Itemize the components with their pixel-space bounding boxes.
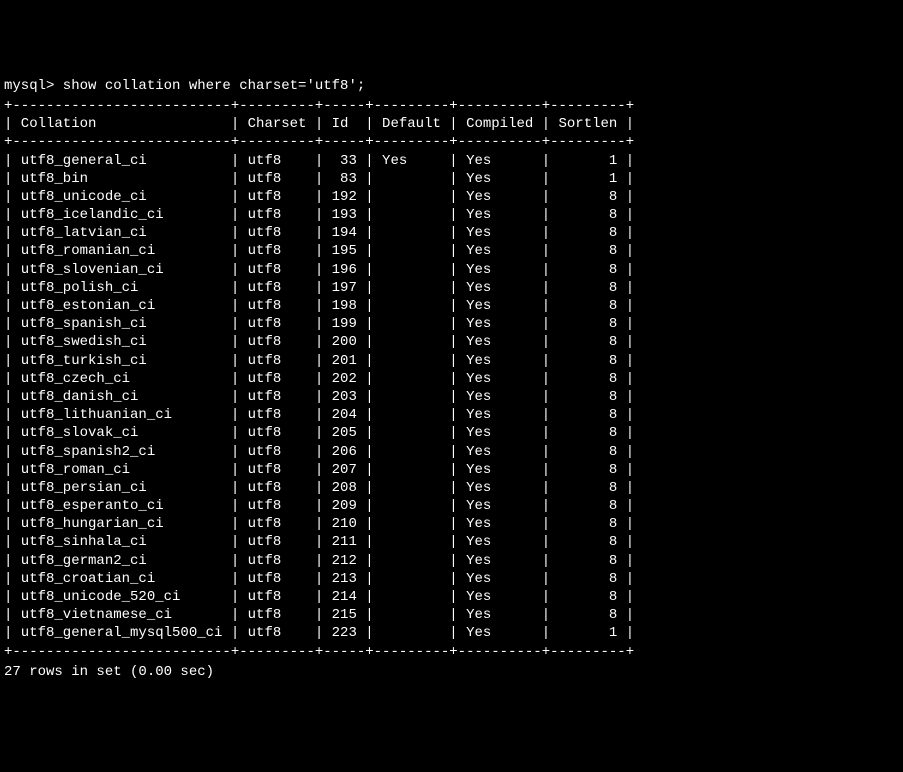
table-row: | utf8_czech_ci | utf8 | 202 | | Yes | 8…: [4, 370, 899, 388]
sql-prompt: mysql> show collation where charset='utf…: [4, 77, 899, 95]
table-row: | utf8_turkish_ci | utf8 | 201 | | Yes |…: [4, 352, 899, 370]
table-row: | utf8_roman_ci | utf8 | 207 | | Yes | 8…: [4, 461, 899, 479]
table-row: | utf8_persian_ci | utf8 | 208 | | Yes |…: [4, 479, 899, 497]
table-row: | utf8_slovak_ci | utf8 | 205 | | Yes | …: [4, 424, 899, 442]
table-row: | utf8_spanish_ci | utf8 | 199 | | Yes |…: [4, 315, 899, 333]
table-row: | utf8_esperanto_ci | utf8 | 209 | | Yes…: [4, 497, 899, 515]
table-row: | utf8_spanish2_ci | utf8 | 206 | | Yes …: [4, 443, 899, 461]
table-row: | utf8_estonian_ci | utf8 | 198 | | Yes …: [4, 297, 899, 315]
table-row: | utf8_unicode_520_ci | utf8 | 214 | | Y…: [4, 588, 899, 606]
table-separator: +--------------------------+---------+--…: [4, 97, 899, 115]
terminal-output[interactable]: mysql> show collation where charset='utf…: [4, 77, 899, 681]
table-row: | utf8_croatian_ci | utf8 | 213 | | Yes …: [4, 570, 899, 588]
table-row: | utf8_latvian_ci | utf8 | 194 | | Yes |…: [4, 224, 899, 242]
table-row: | utf8_danish_ci | utf8 | 203 | | Yes | …: [4, 388, 899, 406]
table-row: | utf8_bin | utf8 | 83 | | Yes | 1 |: [4, 170, 899, 188]
table-row: | utf8_lithuanian_ci | utf8 | 204 | | Ye…: [4, 406, 899, 424]
table-header: | Collation | Charset | Id | Default | C…: [4, 115, 899, 133]
table-row: | utf8_icelandic_ci | utf8 | 193 | | Yes…: [4, 206, 899, 224]
table-row: | utf8_vietnamese_ci | utf8 | 215 | | Ye…: [4, 606, 899, 624]
table-separator: +--------------------------+---------+--…: [4, 643, 899, 661]
table-row: | utf8_slovenian_ci | utf8 | 196 | | Yes…: [4, 261, 899, 279]
result-summary: 27 rows in set (0.00 sec): [4, 663, 899, 681]
table-row: | utf8_swedish_ci | utf8 | 200 | | Yes |…: [4, 333, 899, 351]
table-row: | utf8_general_mysql500_ci | utf8 | 223 …: [4, 624, 899, 642]
table-row: | utf8_sinhala_ci | utf8 | 211 | | Yes |…: [4, 533, 899, 551]
table-row: | utf8_polish_ci | utf8 | 197 | | Yes | …: [4, 279, 899, 297]
table-row: | utf8_hungarian_ci | utf8 | 210 | | Yes…: [4, 515, 899, 533]
table-row: | utf8_romanian_ci | utf8 | 195 | | Yes …: [4, 242, 899, 260]
table-row: | utf8_unicode_ci | utf8 | 192 | | Yes |…: [4, 188, 899, 206]
table-row: | utf8_general_ci | utf8 | 33 | Yes | Ye…: [4, 152, 899, 170]
table-separator: +--------------------------+---------+--…: [4, 133, 899, 151]
table-row: | utf8_german2_ci | utf8 | 212 | | Yes |…: [4, 552, 899, 570]
